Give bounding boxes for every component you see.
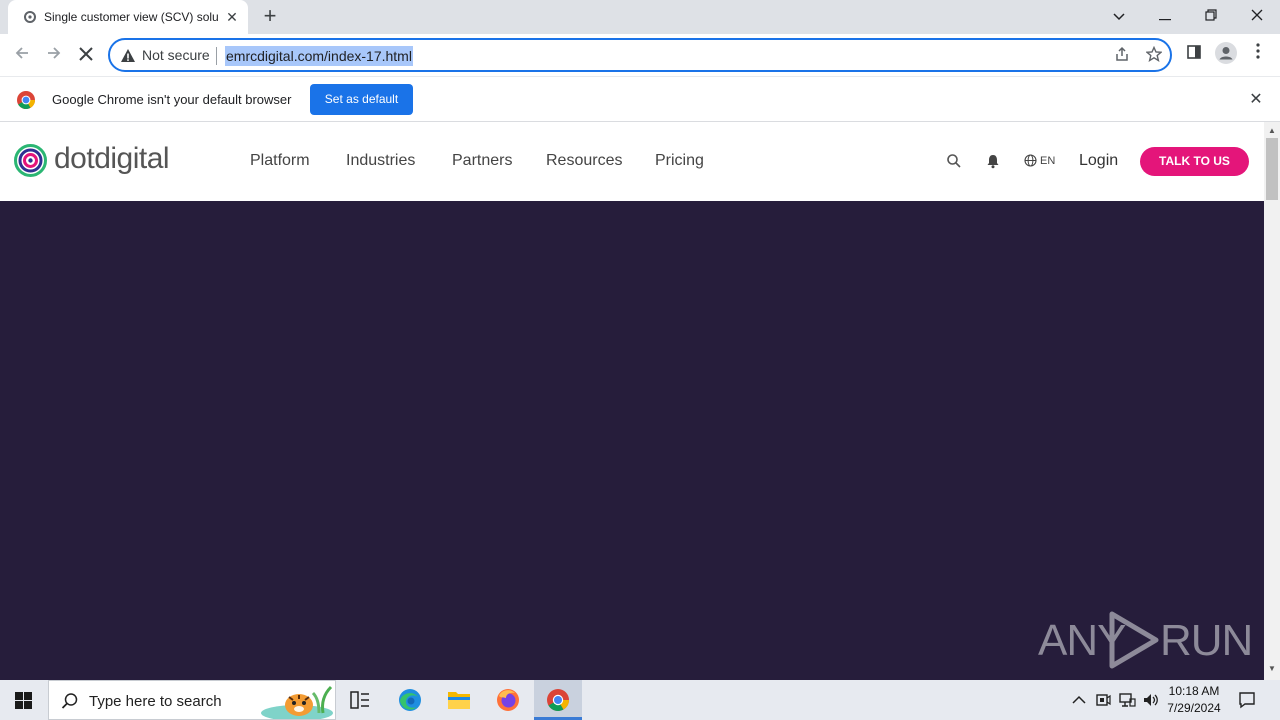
security-status-label[interactable]: Not secure [142, 47, 210, 63]
logo-wordmark[interactable]: dotdigital [54, 142, 170, 176]
page-scrollbar[interactable]: ▲ ▼ [1264, 122, 1280, 680]
search-icon[interactable] [946, 153, 962, 169]
stop-loading-icon[interactable] [73, 42, 99, 68]
browser-tab[interactable]: Single customer view (SCV) solu ✕ [8, 0, 248, 34]
notification-center-icon[interactable] [1238, 691, 1256, 709]
firefox-app-button[interactable] [484, 680, 532, 720]
omnibox-divider [216, 47, 217, 65]
start-button[interactable] [0, 680, 48, 720]
close-window-icon[interactable] [1243, 4, 1271, 28]
taskbar-search-placeholder: Type here to search [89, 693, 222, 710]
chrome-logo-icon [17, 91, 36, 110]
windows-logo-icon [15, 692, 32, 709]
taskbar-search-box[interactable]: Type here to search [48, 680, 336, 720]
tab-search-chevron-icon[interactable] [1105, 4, 1133, 28]
nav-pricing[interactable]: Pricing [655, 152, 704, 170]
tab-strip: Single customer view (SCV) solu ✕ + [0, 0, 1280, 34]
tray-chevron-up-icon[interactable] [1070, 691, 1088, 709]
restore-icon[interactable] [1197, 4, 1225, 28]
scroll-thumb[interactable] [1266, 138, 1278, 200]
scroll-down-arrow-icon[interactable]: ▼ [1268, 664, 1276, 673]
infobar-message: Google Chrome isn't your default browser [52, 92, 292, 107]
new-tab-button[interactable]: + [258, 5, 282, 29]
nav-platform[interactable]: Platform [250, 152, 310, 170]
bell-icon[interactable] [985, 153, 1001, 169]
profile-avatar-icon[interactable] [1213, 42, 1239, 68]
file-explorer-app-button[interactable] [435, 680, 483, 720]
scroll-up-arrow-icon[interactable]: ▲ [1268, 126, 1276, 135]
tab-close-icon[interactable]: ✕ [224, 9, 240, 25]
share-icon[interactable] [1112, 46, 1132, 66]
nav-partners[interactable]: Partners [452, 152, 512, 170]
minimize-icon[interactable] [1151, 4, 1179, 28]
tiger-illustration-icon [261, 685, 333, 719]
default-browser-infobar: Google Chrome isn't your default browser… [0, 76, 1280, 122]
loading-favicon-icon [24, 11, 36, 23]
folder-icon [448, 692, 470, 709]
edge-icon [399, 689, 421, 711]
nav-resources[interactable]: Resources [546, 152, 622, 170]
side-panel-icon[interactable] [1181, 42, 1207, 68]
task-view-icon [350, 691, 369, 709]
chrome-icon [547, 689, 569, 711]
menu-kebab-icon[interactable] [1245, 42, 1271, 68]
address-bar[interactable]: Not secure emrcdigital.com/index-17.html [108, 38, 1172, 72]
tab-title: Single customer view (SCV) solu [44, 10, 219, 24]
clock-time: 10:18 AM [1168, 684, 1220, 698]
task-view-button[interactable] [336, 680, 384, 720]
bookmark-star-icon[interactable] [1144, 45, 1164, 66]
globe-icon[interactable] [1024, 154, 1037, 167]
warning-icon[interactable] [120, 48, 136, 64]
infobar-close-icon[interactable]: ✕ [1246, 90, 1266, 110]
site-header: dotdigital Platform Industries Partners … [0, 122, 1264, 201]
volume-icon[interactable] [1142, 691, 1160, 709]
web-page: dotdigital Platform Industries Partners … [0, 122, 1264, 680]
chrome-app-button[interactable] [534, 680, 582, 720]
language-selector[interactable]: EN [1040, 155, 1055, 167]
windows-taskbar: Type here to search 10:18 AM 7/29/2024 [0, 680, 1280, 720]
search-icon [61, 693, 78, 709]
forward-arrow-icon[interactable] [41, 42, 67, 68]
taskbar-clock[interactable]: 10:18 AM 7/29/2024 [1162, 683, 1226, 717]
dotdigital-logo-icon[interactable] [14, 144, 47, 177]
watermark-text-right: RUN [1160, 616, 1253, 665]
anyrun-watermark: ANY RUN [1038, 608, 1253, 674]
clock-date: 7/29/2024 [1167, 701, 1221, 715]
network-icon[interactable] [1118, 691, 1136, 709]
play-logo-icon [1109, 611, 1159, 669]
edge-app-button[interactable] [386, 680, 434, 720]
nav-industries[interactable]: Industries [346, 152, 415, 170]
browser-toolbar: Not secure emrcdigital.com/index-17.html [0, 34, 1280, 76]
meet-now-icon[interactable] [1094, 691, 1112, 709]
back-arrow-icon[interactable] [9, 42, 35, 68]
firefox-icon [497, 689, 519, 711]
login-link[interactable]: Login [1079, 152, 1118, 170]
url-text[interactable]: emrcdigital.com/index-17.html [225, 46, 413, 66]
talk-to-us-button[interactable]: TALK TO US [1140, 147, 1249, 176]
set-as-default-button[interactable]: Set as default [310, 84, 413, 115]
